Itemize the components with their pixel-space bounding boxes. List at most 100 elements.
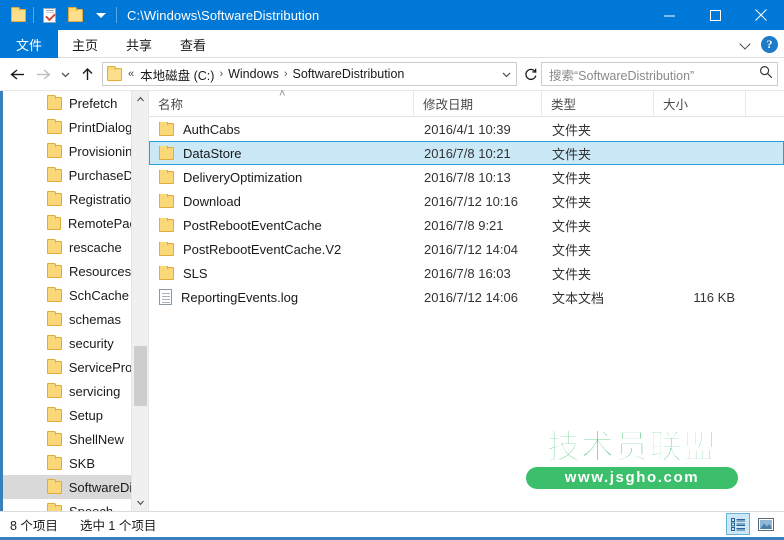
- tab-home[interactable]: 主页: [58, 30, 112, 58]
- window-controls: [646, 0, 784, 30]
- properties-icon[interactable]: [36, 3, 62, 27]
- tree-item-purchasedevice[interactable]: PurchaseD: [3, 163, 131, 187]
- table-row[interactable]: PostRebootEventCache 2016/7/8 9:21 文件夹: [149, 213, 784, 237]
- file-name: SLS: [183, 265, 208, 281]
- tree-item-label: schemas: [69, 311, 122, 327]
- folder-icon[interactable]: [5, 3, 31, 27]
- address-field[interactable]: « 本地磁盘 (C:) › Windows › SoftwareDistribu…: [102, 62, 517, 86]
- table-row[interactable]: ReportingEvents.log 2016/7/12 14:06 文本文档…: [149, 285, 784, 309]
- tree-item-servicing[interactable]: servicing: [3, 379, 131, 403]
- tree-item-skb[interactable]: SKB: [3, 451, 131, 475]
- tree-item-setup[interactable]: Setup: [3, 403, 131, 427]
- breadcrumb-item-windows[interactable]: Windows: [225, 67, 282, 81]
- tree-item-label: Setup: [69, 407, 103, 423]
- forward-button[interactable]: [30, 61, 56, 87]
- address-dropdown-icon[interactable]: [498, 69, 514, 80]
- file-rows: AuthCabs 2016/4/1 10:39 文件夹 DataStore 20…: [149, 117, 784, 511]
- breadcrumb-item-drive[interactable]: 本地磁盘 (C:): [137, 65, 217, 84]
- tree-item-schcache[interactable]: SchCache: [3, 283, 131, 307]
- table-row[interactable]: DeliveryOptimization 2016/7/8 10:13 文件夹: [149, 165, 784, 189]
- column-header-name[interactable]: 名称 ˄: [149, 88, 414, 116]
- row-name-cell: PostRebootEventCache: [150, 217, 415, 233]
- row-name-cell: ReportingEvents.log: [150, 289, 415, 305]
- file-name: PostRebootEventCache: [183, 217, 322, 233]
- tree-item-label: security: [69, 335, 114, 351]
- folder-icon: [159, 217, 174, 232]
- tree-item-registration[interactable]: Registratio: [3, 187, 131, 211]
- table-row[interactable]: Download 2016/7/12 10:16 文件夹: [149, 189, 784, 213]
- breadcrumb-overflow[interactable]: «: [124, 68, 137, 80]
- tree-item-resources[interactable]: Resources: [3, 259, 131, 283]
- tree-item-remotepackages[interactable]: RemotePac: [3, 211, 131, 235]
- folder-icon: [159, 193, 174, 208]
- tab-file[interactable]: 文件: [0, 30, 59, 58]
- refresh-button[interactable]: [521, 67, 541, 81]
- help-icon[interactable]: ?: [761, 35, 778, 53]
- details-view-button[interactable]: [726, 513, 750, 535]
- tree-item-label: Registratio: [68, 191, 131, 207]
- scroll-down-icon[interactable]: [132, 494, 148, 511]
- minimize-button[interactable]: [646, 0, 692, 30]
- tree-item-label: rescache: [69, 239, 122, 255]
- column-header-size[interactable]: 大小: [654, 91, 746, 116]
- navigation-pane: Prefetch PrintDialog Provisionin Purchas…: [3, 91, 148, 511]
- tree-item-rescache[interactable]: rescache: [3, 235, 131, 259]
- row-date-cell: 2016/7/8 10:13: [424, 169, 511, 185]
- up-button[interactable]: [74, 61, 100, 87]
- sort-ascending-icon: ˄: [279, 88, 286, 100]
- tree-item-shellnew[interactable]: ShellNew: [3, 427, 131, 451]
- row-type-cell: 文件夹: [552, 266, 592, 282]
- chevron-down-icon[interactable]: [88, 3, 114, 27]
- row-type-cell: 文件夹: [552, 170, 592, 186]
- table-row[interactable]: AuthCabs 2016/4/1 10:39 文件夹: [149, 117, 784, 141]
- navigation-scrollbar[interactable]: [131, 91, 148, 511]
- tree-item-provisioning[interactable]: Provisionin: [3, 139, 131, 163]
- breadcrumb-separator[interactable]: ›: [282, 68, 290, 80]
- close-button[interactable]: [738, 0, 784, 30]
- tab-share[interactable]: 共享: [112, 30, 166, 58]
- large-icons-view-button[interactable]: [754, 513, 778, 535]
- tab-view[interactable]: 查看: [166, 30, 220, 58]
- folder-icon: [47, 142, 62, 158]
- row-date-cell: 2016/7/12 10:16: [424, 193, 518, 209]
- window-title: C:\Windows\SoftwareDistribution: [127, 7, 320, 23]
- breadcrumb-item-softwaredistribution[interactable]: SoftwareDistribution: [290, 67, 408, 81]
- new-folder-icon[interactable]: [62, 3, 88, 27]
- row-name-cell: Download: [150, 193, 415, 209]
- tree-item-label: SchCache: [69, 287, 129, 303]
- maximize-button[interactable]: [692, 0, 738, 30]
- tree-item-printdialog[interactable]: PrintDialog: [3, 115, 131, 139]
- search-icon[interactable]: [759, 65, 773, 84]
- address-bar: « 本地磁盘 (C:) › Windows › SoftwareDistribu…: [0, 58, 784, 90]
- tree-item-schemas[interactable]: schemas: [3, 307, 131, 331]
- tree-item-softwaredistribution[interactable]: SoftwareDi: [3, 475, 131, 499]
- folder-icon: [159, 265, 174, 280]
- tree-item-speech[interactable]: Speech: [3, 499, 131, 511]
- recent-locations-button[interactable]: [56, 61, 74, 87]
- column-header-type[interactable]: 类型: [542, 91, 654, 116]
- back-button[interactable]: [4, 61, 30, 87]
- ribbon-right-controls: ?: [741, 30, 778, 58]
- row-date-cell: 2016/7/8 10:21: [424, 145, 511, 161]
- view-mode-buttons: [726, 513, 778, 535]
- table-row[interactable]: PostRebootEventCache.V2 2016/7/12 14:04 …: [149, 237, 784, 261]
- row-name-cell: SLS: [150, 265, 415, 281]
- scrollbar-thumb[interactable]: [134, 346, 147, 406]
- file-name: PostRebootEventCache.V2: [183, 241, 342, 257]
- row-date-cell: 2016/7/12 14:04: [424, 241, 518, 257]
- column-header-date[interactable]: 修改日期: [414, 91, 542, 116]
- tree-item-prefetch[interactable]: Prefetch: [3, 91, 131, 115]
- search-box[interactable]: 搜索“SoftwareDistribution”: [541, 62, 778, 86]
- search-input[interactable]: 搜索“SoftwareDistribution”: [549, 65, 759, 84]
- folder-icon: [47, 94, 62, 110]
- scroll-up-icon[interactable]: [132, 91, 148, 108]
- chevron-down-icon[interactable]: [741, 39, 751, 49]
- folder-icon: [47, 238, 62, 254]
- tree-item-label: PrintDialog: [68, 119, 131, 135]
- tree-item-label: servicing: [69, 383, 121, 399]
- table-row[interactable]: DataStore 2016/7/8 10:21 文件夹: [149, 141, 784, 165]
- breadcrumb-separator[interactable]: ›: [217, 68, 225, 80]
- tree-item-serviceprofiles[interactable]: ServicePro: [3, 355, 131, 379]
- table-row[interactable]: SLS 2016/7/8 16:03 文件夹: [149, 261, 784, 285]
- tree-item-security[interactable]: security: [3, 331, 131, 355]
